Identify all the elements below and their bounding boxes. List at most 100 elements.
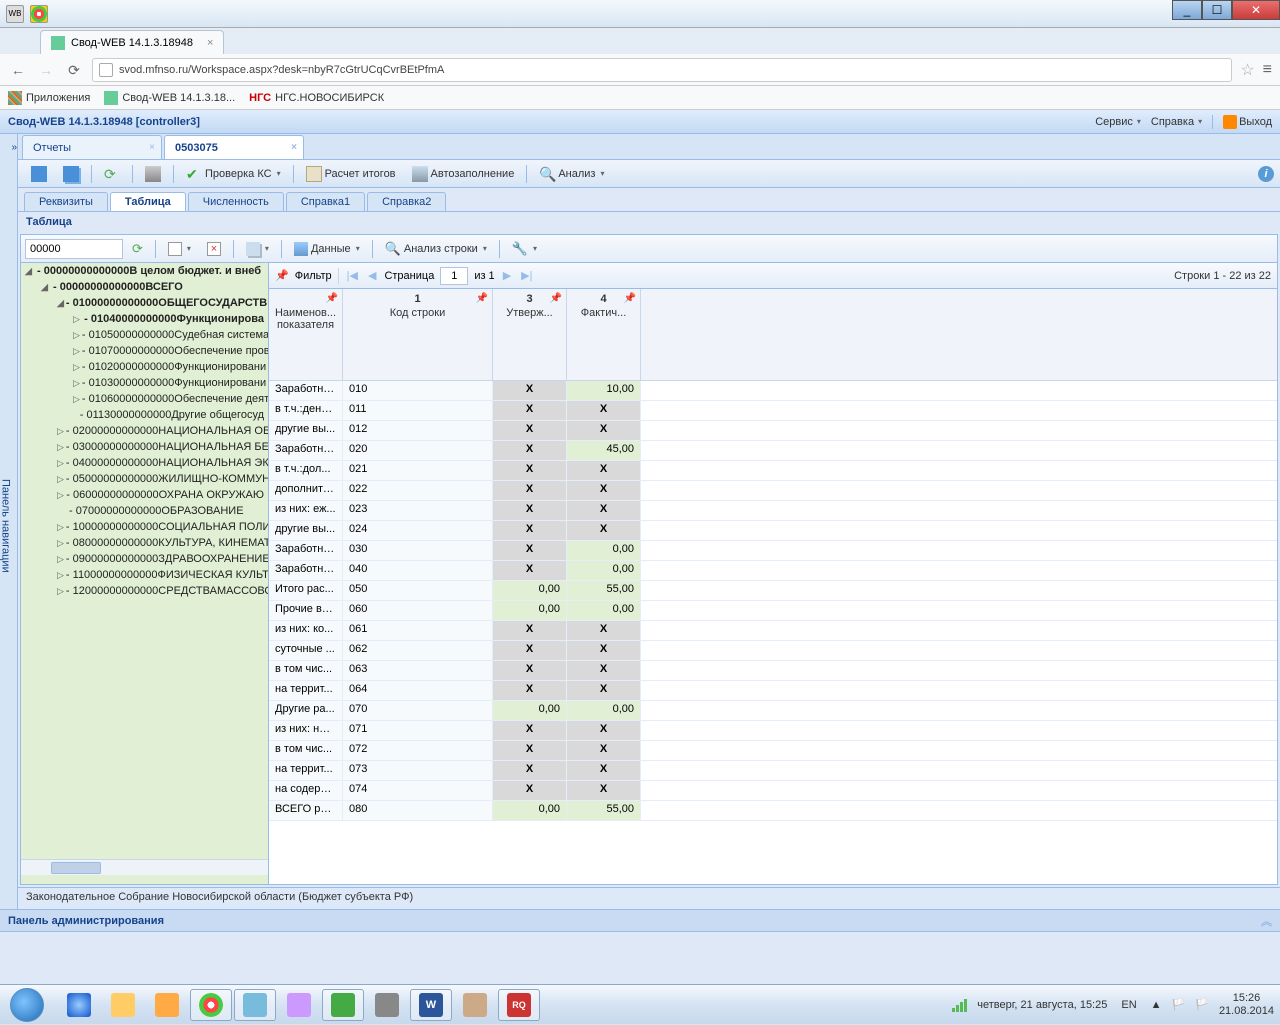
tree-panel[interactable]: ◢- 00000000000000В целом бюджет. и внеб …	[21, 263, 269, 884]
table-row[interactable]: Прочие вы...0600,000,00	[269, 601, 1277, 621]
add-button[interactable]: ▾	[161, 238, 198, 260]
table-row[interactable]: Заработна...040X0,00	[269, 561, 1277, 581]
delete-button[interactable]: ×	[200, 238, 228, 260]
tab-ref1[interactable]: Справка1	[286, 192, 365, 211]
taskbar-app4[interactable]	[322, 989, 364, 1021]
taskbar-app2[interactable]	[234, 989, 276, 1021]
table-row[interactable]: Итого рас...0500,0055,00	[269, 581, 1277, 601]
browser-menu-icon[interactable]: ≡	[1263, 61, 1272, 79]
cell-actual[interactable]: X	[567, 481, 641, 500]
tree-node[interactable]: ◢- 01000000000000ОБЩЕГОСУДАРСТВЕ	[21, 295, 268, 311]
save-button[interactable]	[24, 163, 54, 185]
prev-page-button[interactable]: ◀	[366, 269, 378, 282]
taskbar-app7[interactable]: RQ	[498, 989, 540, 1021]
code-input[interactable]	[25, 239, 123, 259]
table-row[interactable]: на террит...073XX	[269, 761, 1277, 781]
admin-panel[interactable]: Панель администрирования ︽	[0, 909, 1280, 931]
cell-approved[interactable]: X	[493, 541, 567, 560]
analysis-button[interactable]: 🔍Анализ▾	[532, 163, 611, 185]
table-row[interactable]: другие вы...024XX	[269, 521, 1277, 541]
cell-approved[interactable]: X	[493, 761, 567, 780]
cell-actual[interactable]: X	[567, 681, 641, 700]
window-close-button[interactable]: ✕	[1232, 0, 1280, 20]
table-row[interactable]: суточные ...062XX	[269, 641, 1277, 661]
url-input[interactable]: svod.mfnso.ru/Workspace.aspx?desk=nbyR7c…	[92, 58, 1232, 82]
scrollbar-thumb[interactable]	[51, 862, 101, 874]
copy-button[interactable]: ▾	[239, 238, 276, 260]
back-button[interactable]: ←	[8, 60, 28, 80]
column-header-code[interactable]: 📌1Код строки	[343, 289, 493, 380]
action-icon[interactable]: 🏳️	[1195, 998, 1209, 1011]
column-header-name[interactable]: 📌Наименов... показателя	[269, 289, 343, 380]
cell-actual[interactable]: X	[567, 721, 641, 740]
cell-approved[interactable]: X	[493, 461, 567, 480]
tree-node[interactable]: ▷- 01070000000000Обеспечение прове	[21, 343, 268, 359]
tree-node[interactable]: ▷- 01050000000000Судебная система	[21, 327, 268, 343]
cell-approved[interactable]: X	[493, 441, 567, 460]
cell-approved[interactable]: X	[493, 661, 567, 680]
cell-actual[interactable]: X	[567, 621, 641, 640]
tree-node[interactable]: - 07000000000000ОБРАЗОВАНИЕ	[21, 503, 268, 519]
cell-approved[interactable]: 0,00	[493, 701, 567, 720]
bookmark-apps[interactable]: Приложения	[8, 91, 90, 105]
menu-exit[interactable]: Выход	[1223, 115, 1272, 129]
cell-actual[interactable]: 0,00	[567, 561, 641, 580]
cell-approved[interactable]: X	[493, 421, 567, 440]
grid-body[interactable]: Заработна...010X10,00в т.ч.:дене...011XX…	[269, 381, 1277, 884]
doc-tab-0503075[interactable]: 0503075×	[164, 135, 304, 159]
cell-approved[interactable]: X	[493, 641, 567, 660]
cell-actual[interactable]: 0,00	[567, 701, 641, 720]
table-row[interactable]: из них: на ...071XX	[269, 721, 1277, 741]
cell-approved[interactable]: X	[493, 501, 567, 520]
refresh-button[interactable]: ⟳	[97, 163, 127, 185]
bookmark-ngs[interactable]: НГСНГС.НОВОСИБИРСК	[249, 92, 384, 104]
taskbar-app6[interactable]	[454, 989, 496, 1021]
cell-approved[interactable]: X	[493, 521, 567, 540]
bookmark-star-icon[interactable]: ☆	[1240, 60, 1254, 80]
tree-node[interactable]: ▷- 02000000000000НАЦИОНАЛЬНАЯ ОБ	[21, 423, 268, 439]
cell-actual[interactable]: X	[567, 741, 641, 760]
table-row[interactable]: Заработна...030X0,00	[269, 541, 1277, 561]
pin-icon[interactable]: 📌	[476, 293, 488, 304]
window-minimize-button[interactable]: _	[1172, 0, 1202, 20]
taskbar-ie[interactable]	[58, 989, 100, 1021]
menu-help[interactable]: Справка▾	[1151, 115, 1202, 129]
table-row[interactable]: из них: ко...061XX	[269, 621, 1277, 641]
pin-icon[interactable]: 📌	[624, 293, 636, 304]
close-icon[interactable]: ×	[291, 142, 297, 153]
flag-icon[interactable]: 🏳️	[1172, 998, 1186, 1011]
column-header-actual[interactable]: 📌4Фактич...	[567, 289, 641, 380]
cell-actual[interactable]: 55,00	[567, 581, 641, 600]
tree-node[interactable]: ◢- 00000000000000ВСЕГО	[21, 279, 268, 295]
window-maximize-button[interactable]: ☐	[1202, 0, 1232, 20]
next-page-button[interactable]: ▶	[501, 269, 513, 282]
cell-approved[interactable]: X	[493, 401, 567, 420]
cell-approved[interactable]: X	[493, 621, 567, 640]
doc-tab-reports[interactable]: Отчеты×	[22, 135, 162, 159]
forward-button[interactable]: →	[36, 60, 56, 80]
cell-approved[interactable]: 0,00	[493, 601, 567, 620]
browser-tab[interactable]: Свод-WEB 14.1.3.18948 ×	[40, 30, 224, 54]
table-row[interactable]: на террит...064XX	[269, 681, 1277, 701]
cell-actual[interactable]: X	[567, 781, 641, 800]
expand-icon[interactable]: »	[11, 142, 17, 153]
navigation-panel-collapsed[interactable]: » Панель навигации	[0, 134, 18, 909]
close-icon[interactable]: ×	[149, 142, 155, 153]
tree-node[interactable]: ▷- 09000000000000ЗДРАВООХРАНЕНИЕ	[21, 551, 268, 567]
taskbar-app5[interactable]	[366, 989, 408, 1021]
cell-approved[interactable]: 0,00	[493, 581, 567, 600]
tree-node[interactable]: ▷- 08000000000000КУЛЬТУРА, КИНЕМАТ	[21, 535, 268, 551]
table-row[interactable]: в т.ч.:дене...011XX	[269, 401, 1277, 421]
table-row[interactable]: на содерж...074XX	[269, 781, 1277, 801]
table-row[interactable]: из них: еж...023XX	[269, 501, 1277, 521]
tree-node[interactable]: ▷- 12000000000000СРЕДСТВАМАССОВО	[21, 583, 268, 599]
taskbar-app[interactable]	[146, 989, 188, 1021]
cell-actual[interactable]: 55,00	[567, 801, 641, 820]
autofill-button[interactable]: Автозаполнение	[405, 163, 522, 185]
filter-button[interactable]: Фильтр	[295, 270, 332, 282]
menu-service[interactable]: Сервис▾	[1095, 115, 1141, 129]
tree-node[interactable]: ▷- 01060000000000Обеспечение деят	[21, 391, 268, 407]
page-input[interactable]	[440, 267, 468, 285]
cell-approved[interactable]: X	[493, 381, 567, 400]
network-icon[interactable]	[952, 998, 967, 1012]
